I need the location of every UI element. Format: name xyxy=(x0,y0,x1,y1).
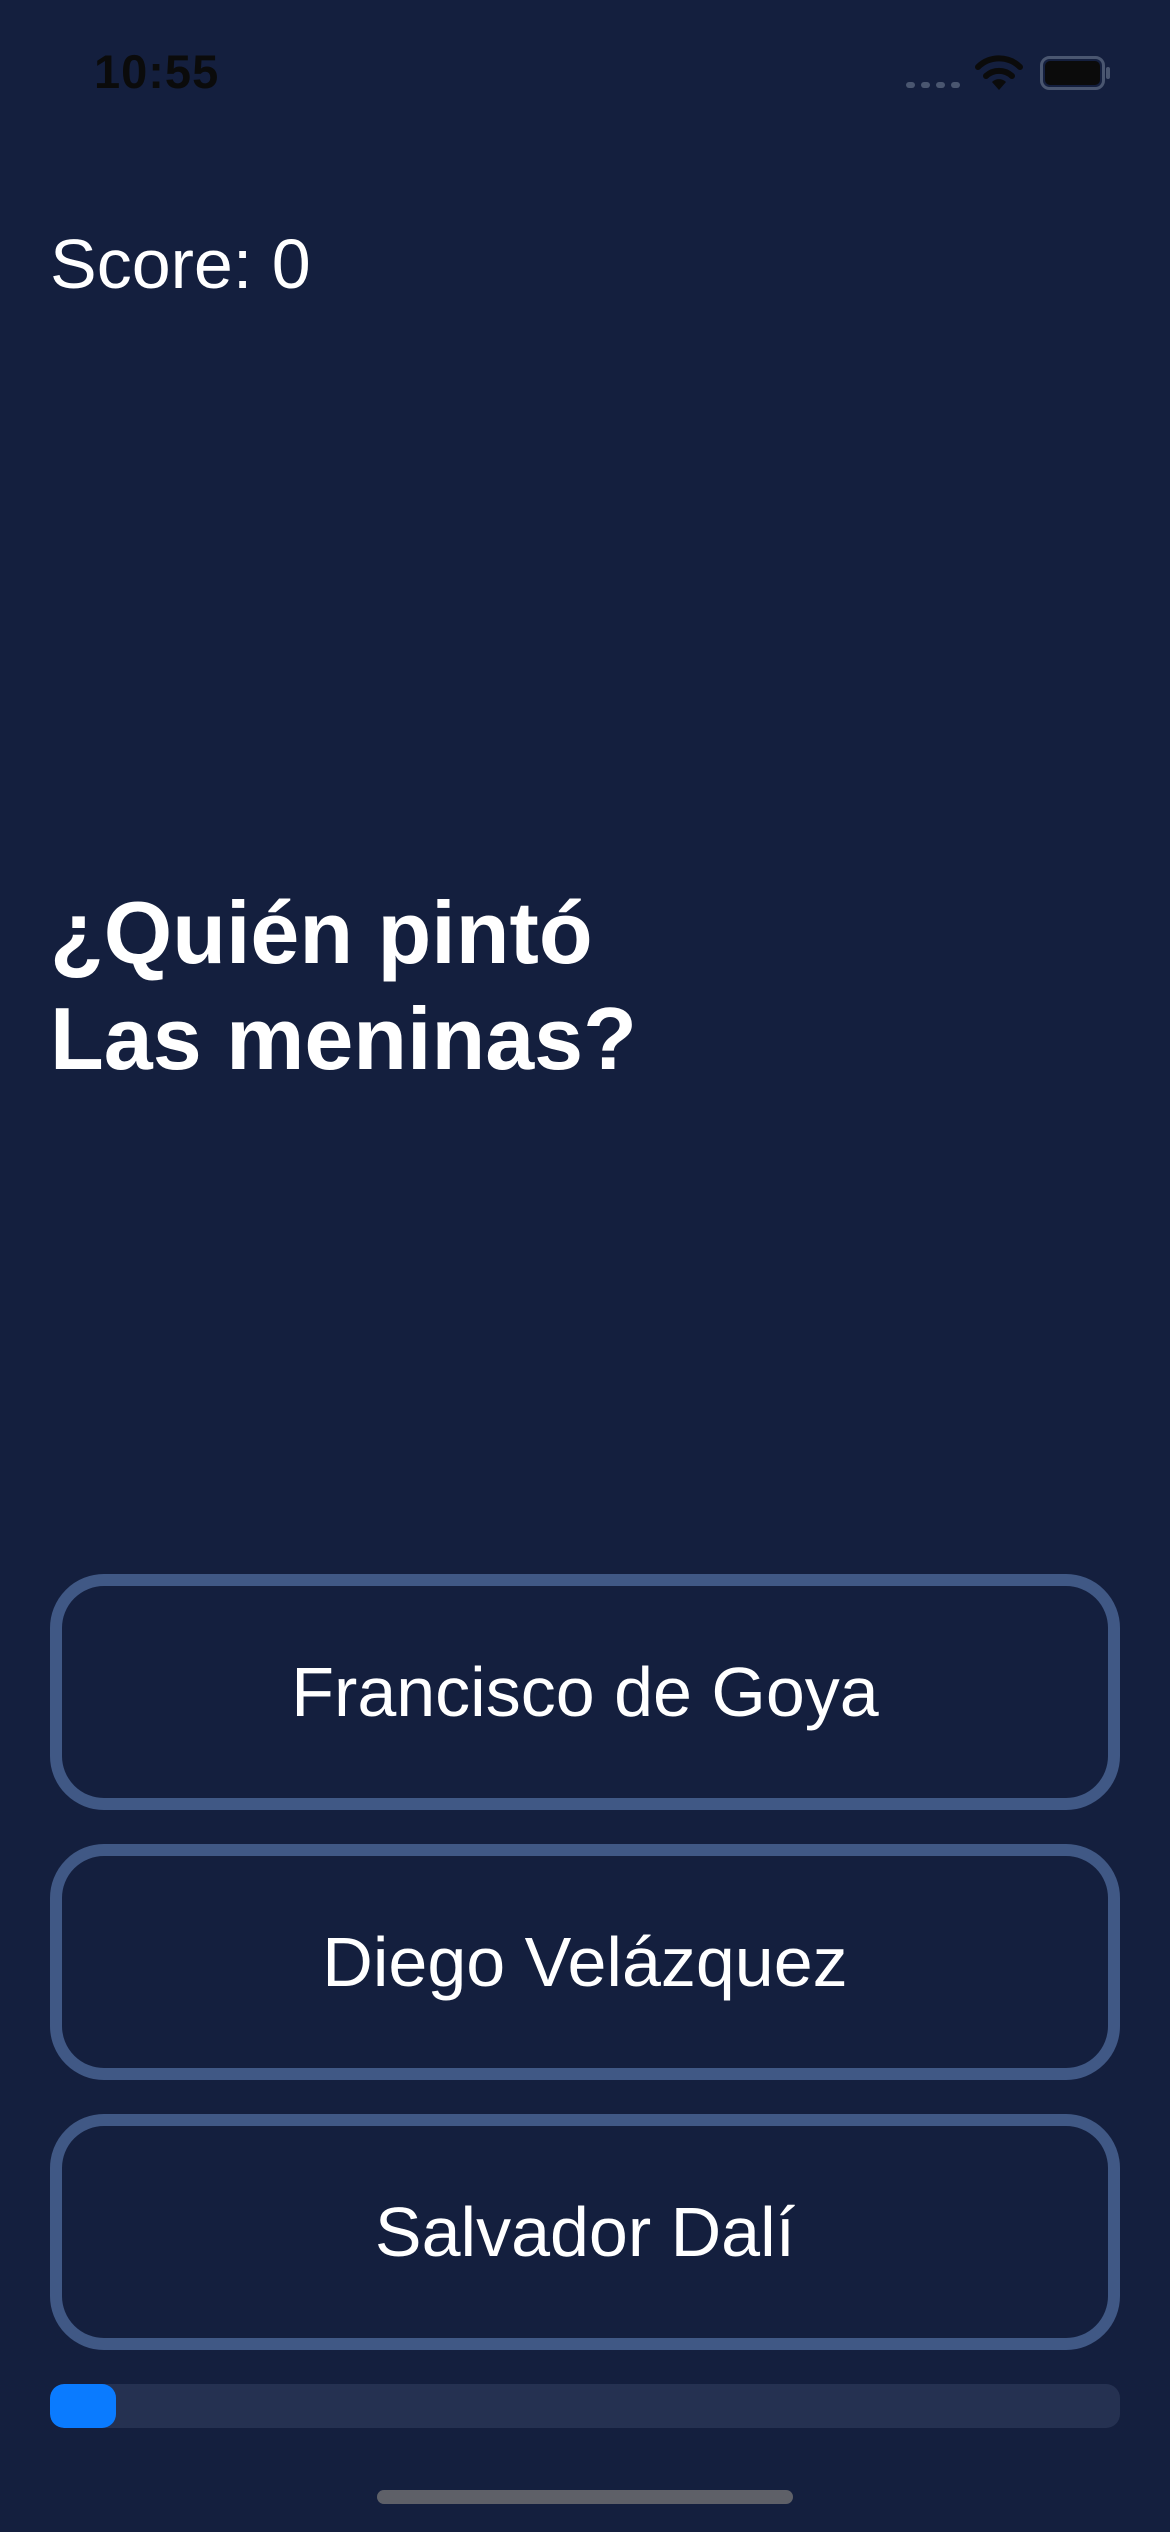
question-line-2: Las meninas? xyxy=(50,989,637,1088)
wifi-icon xyxy=(975,55,1023,90)
answer-list: Francisco de Goya Diego Velázquez Salvad… xyxy=(50,1574,1120,2384)
progress-bar xyxy=(50,2384,1120,2428)
question-line-1: ¿Quién pintó xyxy=(50,883,593,982)
status-bar: 10:55 xyxy=(0,0,1170,150)
home-indicator[interactable] xyxy=(377,2490,793,2504)
battery-icon xyxy=(1040,56,1110,90)
progress-fill xyxy=(50,2384,117,2428)
answer-button-dali[interactable]: Salvador Dalí xyxy=(50,2114,1120,2350)
score-label: Score: 0 xyxy=(50,225,311,303)
answer-button-goya[interactable]: Francisco de Goya xyxy=(50,1574,1120,1810)
status-time: 10:55 xyxy=(94,45,220,98)
question-text: ¿Quién pintó Las meninas? xyxy=(50,880,1120,1092)
answer-button-velazquez[interactable]: Diego Velázquez xyxy=(50,1844,1120,2080)
cellular-signal-icon xyxy=(906,82,960,88)
